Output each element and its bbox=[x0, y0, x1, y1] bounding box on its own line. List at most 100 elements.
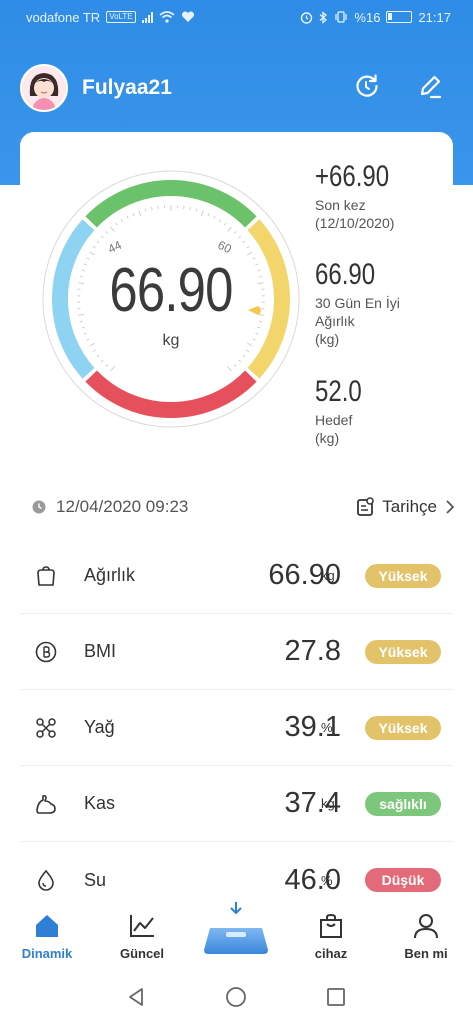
volte-badge: VoLTE bbox=[106, 11, 136, 23]
recents-button[interactable] bbox=[324, 985, 348, 1009]
gauge-tick bbox=[224, 222, 227, 226]
gauge-tick bbox=[81, 326, 85, 329]
battery-percent: %16 bbox=[354, 9, 381, 25]
avatar[interactable] bbox=[20, 64, 68, 112]
gauge-tick bbox=[110, 366, 115, 372]
gauge-tick bbox=[92, 349, 96, 352]
gauge-tick bbox=[227, 366, 232, 372]
gauge-tick bbox=[242, 354, 246, 358]
recents-square-icon bbox=[327, 988, 345, 1006]
last-change-label: Son kez bbox=[315, 197, 366, 213]
metric-row-weight[interactable]: Ağırlık 66.90 kg Yüksek bbox=[20, 538, 453, 614]
metric-unit: kg bbox=[321, 568, 335, 583]
gauge-tick bbox=[233, 231, 237, 234]
gauge-tick bbox=[100, 359, 104, 363]
metric-label: Ağırlık bbox=[84, 565, 136, 585]
gauge-tick bbox=[138, 210, 142, 217]
metric-status-badge: sağlıklı bbox=[365, 791, 441, 816]
home-button[interactable] bbox=[224, 985, 248, 1009]
gauge-tick bbox=[238, 235, 242, 239]
current-weight-unit: kg bbox=[162, 332, 180, 349]
wifi-icon bbox=[159, 11, 175, 23]
last-change-date: (12/10/2020) bbox=[315, 215, 395, 231]
clock-time: 21:17 bbox=[418, 9, 451, 25]
gauge-tick bbox=[132, 212, 135, 217]
tab-label: cihaz bbox=[314, 946, 348, 961]
weight-bag-icon bbox=[26, 564, 66, 588]
gauge-tick bbox=[207, 212, 210, 217]
gauge-tick bbox=[96, 354, 100, 358]
gauge-tick bbox=[150, 206, 153, 211]
last-change-value: +66.90 bbox=[315, 160, 390, 193]
best-30-day-value: 66.90 bbox=[315, 258, 376, 291]
tab-label: Ben mi bbox=[404, 946, 448, 961]
vibrate-icon bbox=[335, 11, 348, 23]
best-30-day-label: 30 Gün En İyi bbox=[315, 295, 400, 311]
gauge-tick bbox=[238, 359, 242, 363]
history-label: Tarihçe bbox=[382, 497, 437, 516]
gauge-tick bbox=[200, 210, 204, 217]
gauge-tick bbox=[257, 326, 261, 329]
gauge-tick bbox=[105, 364, 109, 367]
metric-status-badge: Düşük bbox=[365, 868, 441, 892]
scale-icon bbox=[204, 928, 268, 954]
tab-scale[interactable] bbox=[196, 901, 276, 960]
tab-label: Güncel bbox=[119, 946, 165, 961]
history-icon bbox=[357, 497, 374, 516]
person-icon bbox=[414, 914, 438, 939]
signal-icon bbox=[141, 11, 153, 23]
gauge-tick bbox=[189, 206, 192, 211]
gauge-tick bbox=[195, 208, 198, 212]
tab-label: Dinamik bbox=[21, 946, 73, 961]
gauge-tick bbox=[115, 222, 118, 226]
home-icon bbox=[36, 915, 58, 937]
back-button[interactable] bbox=[124, 985, 148, 1009]
gauge-tick bbox=[92, 246, 96, 249]
current-weight-value: 66.90 bbox=[109, 256, 233, 325]
muscle-icon bbox=[26, 792, 66, 816]
metric-row-fat[interactable]: Yağ 39.1 % Yüksek bbox=[20, 690, 453, 766]
gauge-tick bbox=[242, 240, 246, 244]
metric-label: Su bbox=[84, 869, 107, 890]
gauge-tick bbox=[126, 215, 129, 219]
metric-status-badge: Yüksek bbox=[365, 639, 441, 664]
gauge-arc-red bbox=[85, 370, 257, 418]
tab-cihaz[interactable]: cihaz bbox=[291, 913, 371, 961]
metric-unit: % bbox=[321, 872, 333, 888]
gauge-tick bbox=[246, 349, 250, 352]
metric-row-bmi[interactable]: BMI 27.8 Yüksek bbox=[20, 614, 453, 690]
edit-button[interactable] bbox=[414, 70, 446, 102]
profile-header: Fulyaa21 bbox=[20, 64, 172, 112]
alarm-icon bbox=[301, 11, 313, 24]
metric-row-muscle[interactable]: Kas 37.4 kg sağlıklı bbox=[20, 766, 453, 842]
measurement-time: 12/04/2020 09:23 bbox=[32, 497, 188, 517]
tab-ben-mi[interactable]: Ben mi bbox=[386, 913, 466, 961]
chevron-right-icon bbox=[446, 500, 455, 514]
target-value: 52.0 bbox=[315, 375, 362, 408]
gauge-arc-green bbox=[85, 180, 257, 228]
bluetooth-icon bbox=[319, 10, 328, 24]
gauge-tick bbox=[233, 364, 237, 367]
gauge-tick bbox=[105, 231, 109, 234]
target-stat: 52.0 Hedef (kg) bbox=[315, 375, 373, 447]
metric-unit: % bbox=[321, 720, 333, 735]
metric-unit: kg bbox=[321, 796, 335, 811]
gauge-tick bbox=[227, 226, 232, 232]
clock-icon bbox=[32, 500, 46, 514]
metric-label: Yağ bbox=[84, 717, 115, 737]
status-bar: vodafone TR VoLTE %16 21:17 bbox=[0, 0, 473, 34]
sync-button[interactable] bbox=[351, 70, 383, 102]
metric-value: 27.8 bbox=[284, 635, 341, 667]
carrier-name: vodafone TR bbox=[26, 9, 101, 25]
battery-icon bbox=[386, 11, 413, 23]
download-arrow-icon bbox=[230, 902, 242, 915]
tab-dinamik[interactable]: Dinamik bbox=[7, 913, 87, 961]
tab-guncel[interactable]: Güncel bbox=[102, 913, 182, 961]
metric-status-badge: Yüksek bbox=[365, 715, 441, 740]
home-circle-icon bbox=[226, 987, 246, 1007]
gauge-tick bbox=[110, 226, 115, 232]
refresh-icon bbox=[356, 74, 378, 97]
gauge-tick bbox=[120, 219, 124, 223]
bottom-tab-bar: Dinamik Güncel cihaz Ben mi bbox=[0, 897, 473, 967]
history-button[interactable]: Tarihçe bbox=[356, 497, 455, 517]
